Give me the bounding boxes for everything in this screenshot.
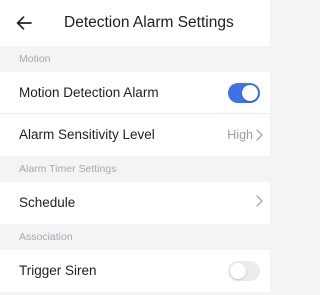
motion-detection-alarm-toggle[interactable] xyxy=(228,83,260,103)
row-label: Schedule xyxy=(19,195,76,210)
section-title: Motion xyxy=(19,53,51,65)
back-arrow-icon xyxy=(16,16,32,30)
section-title: Association xyxy=(19,231,73,243)
schedule-value xyxy=(256,195,263,207)
toggle-knob xyxy=(230,263,246,279)
section-header-alarm-timer: Alarm Timer Settings xyxy=(0,156,270,182)
chevron-right-icon xyxy=(256,129,263,141)
schedule-row[interactable]: Schedule xyxy=(0,182,270,224)
row-label: Alarm Sensitivity Level xyxy=(19,127,155,142)
section-header-association: Association xyxy=(0,224,270,250)
motion-detection-alarm-row[interactable]: Motion Detection Alarm xyxy=(0,72,270,114)
section-header-motion: Motion xyxy=(0,46,270,72)
row-label: Trigger Siren xyxy=(19,263,97,278)
trigger-siren-toggle[interactable] xyxy=(228,261,260,281)
section-title: Alarm Timer Settings xyxy=(19,163,117,175)
sensitivity-value-text: High xyxy=(227,128,253,142)
page-title: Detection Alarm Settings xyxy=(64,14,234,31)
sensitivity-value: High xyxy=(227,127,263,143)
alarm-sensitivity-row[interactable]: Alarm Sensitivity Level High xyxy=(0,114,270,156)
back-button[interactable] xyxy=(12,11,36,35)
chevron-right-icon xyxy=(256,195,263,207)
top-app-bar: Detection Alarm Settings xyxy=(0,0,270,46)
row-label: Motion Detection Alarm xyxy=(19,85,159,100)
trigger-siren-row[interactable]: Trigger Siren xyxy=(0,250,270,292)
toggle-knob xyxy=(242,85,258,101)
